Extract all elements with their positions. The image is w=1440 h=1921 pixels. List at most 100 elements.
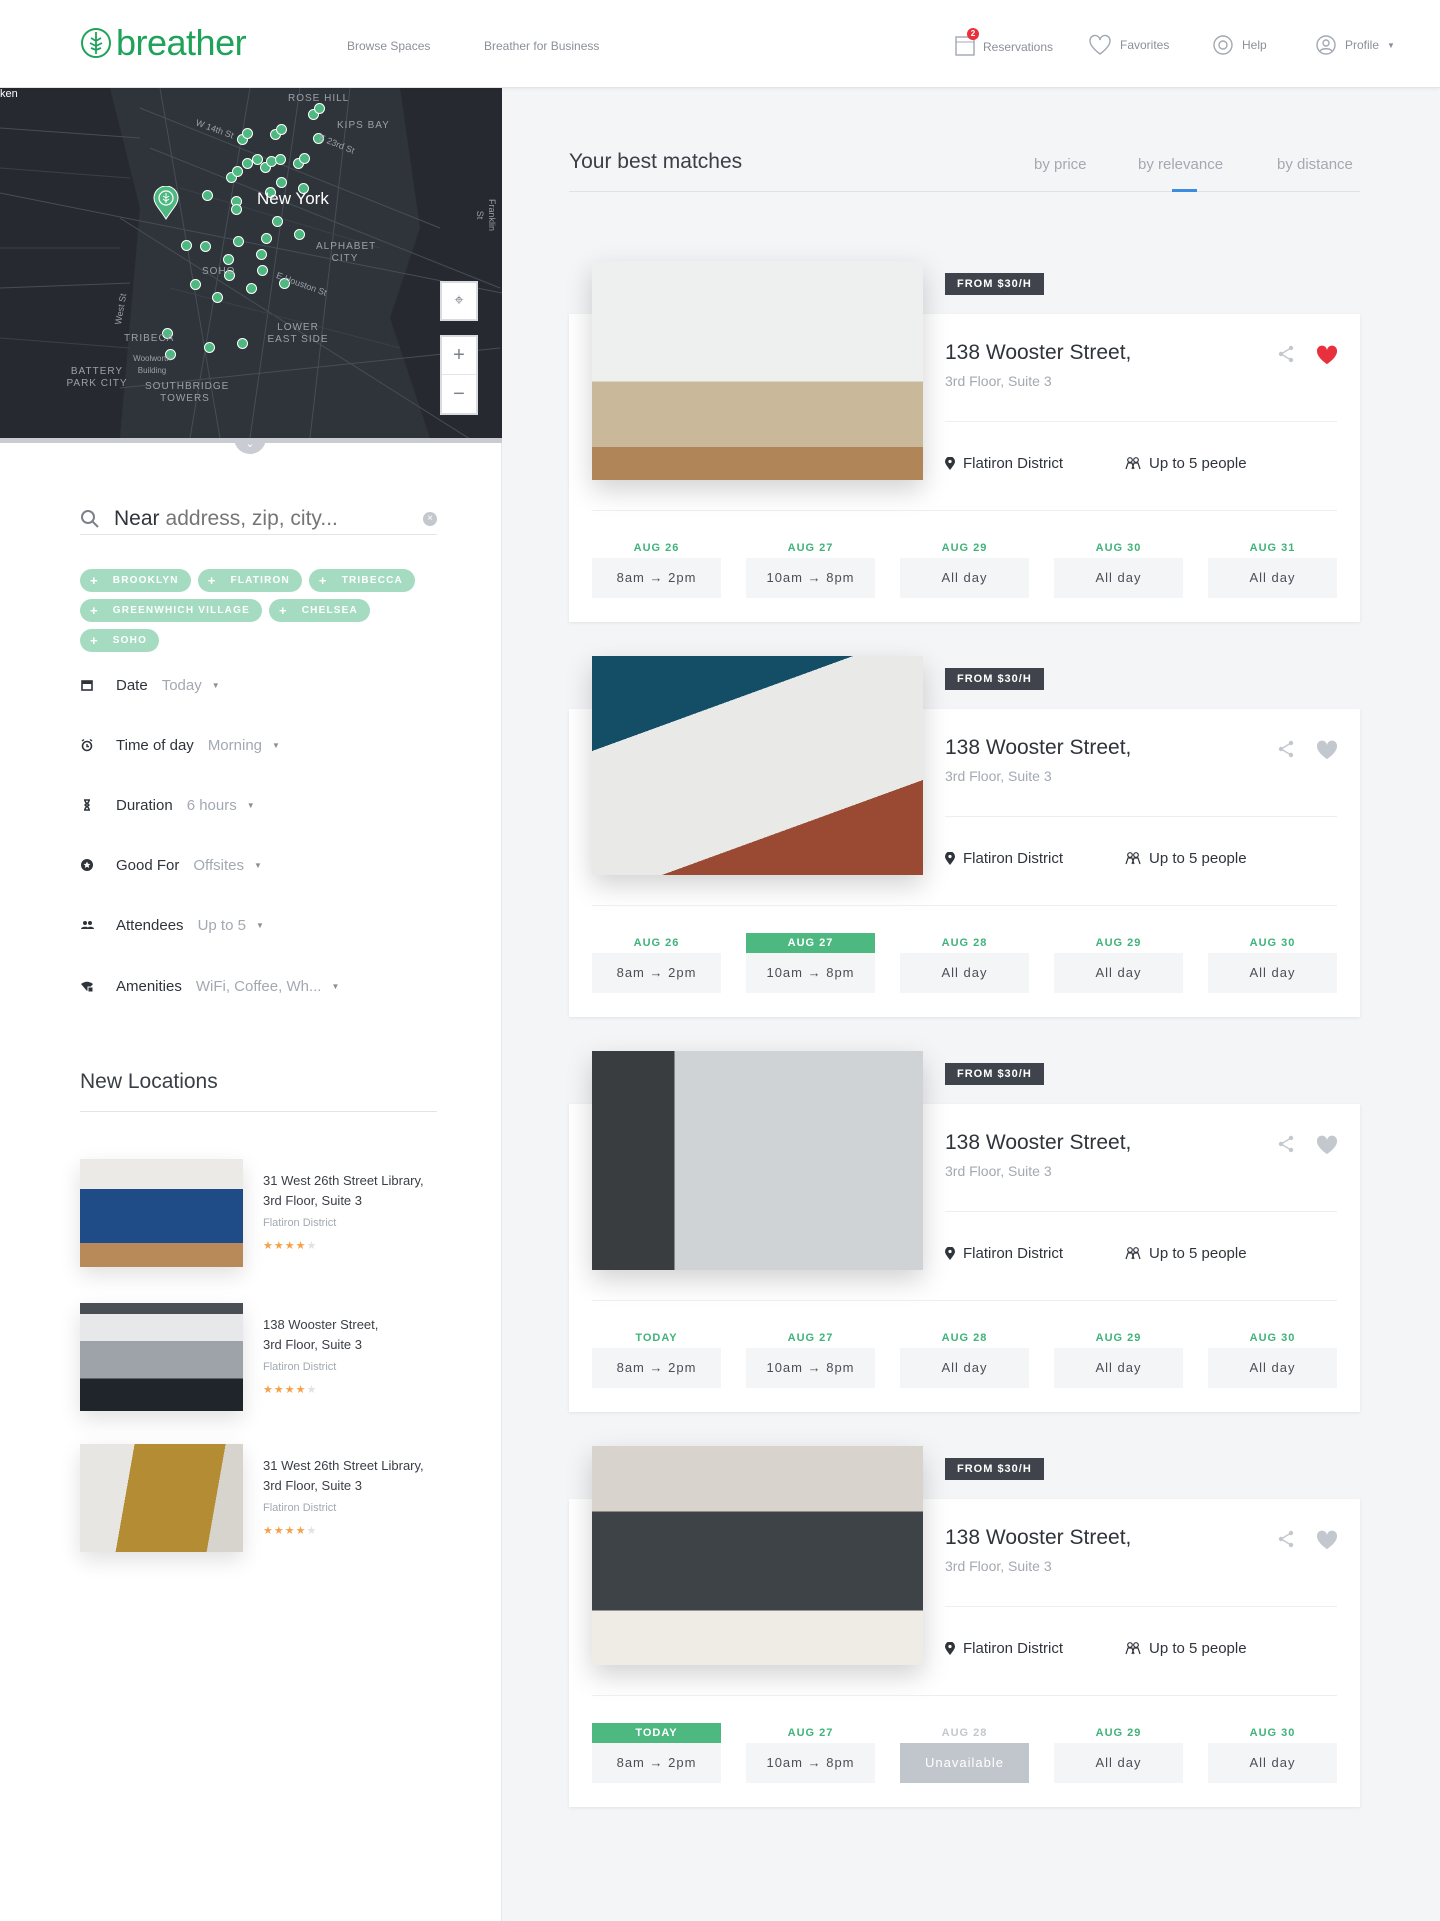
neighborhood-chip[interactable]: + TRIBECCA [308,569,415,592]
share-icon[interactable] [1277,1530,1295,1548]
space-photo[interactable] [592,261,923,480]
time-slot[interactable]: AUG 28 All day [900,1328,1029,1388]
time-slot[interactable]: TODAY 8am → 2pm [592,1328,721,1388]
space-photo[interactable] [592,1446,923,1665]
filter-duration[interactable]: Duration 6 hours ▼ [80,793,255,817]
zoom-in-button[interactable]: + [442,337,476,375]
map-location-marker[interactable] [231,204,242,215]
location-photo[interactable] [80,1444,243,1552]
map-location-marker[interactable] [204,342,215,353]
zoom-controls: + − [440,335,478,415]
neighborhood-chip[interactable]: + FLATIRON [197,569,302,592]
time-slot[interactable]: AUG 27 10am → 8pm [746,1328,875,1388]
time-slot[interactable]: AUG 29 All day [1054,1723,1183,1783]
time-slot[interactable]: AUG 29 All day [1054,1328,1183,1388]
time-slot[interactable]: AUG 30 All day [1054,538,1183,598]
clear-search-icon[interactable]: × [423,511,437,526]
heart-icon[interactable] [1316,740,1338,760]
breather-logo[interactable]: breather [80,22,247,64]
filter-attendees[interactable]: Attendees Up to 5 ▼ [80,913,264,937]
time-slot[interactable]: AUG 29 All day [1054,933,1183,993]
location-photo[interactable] [80,1303,243,1411]
sort-by-distance[interactable]: by distance [1277,156,1353,173]
space-title[interactable]: 138 Wooster Street, [945,1526,1131,1550]
breather-map-pin-icon[interactable] [153,186,179,220]
space-title[interactable]: 138 Wooster Street, [945,736,1131,760]
space-title[interactable]: 138 Wooster Street, [945,341,1131,365]
map-location-marker[interactable] [246,283,257,294]
map-location-marker[interactable] [299,153,310,164]
time-slot[interactable]: AUG 30 All day [1208,1328,1337,1388]
map-location-marker[interactable] [242,128,253,139]
share-icon[interactable] [1277,740,1295,758]
filter-date[interactable]: Date Today ▼ [80,673,220,697]
heart-filled-icon[interactable] [1316,345,1338,365]
map-location-marker[interactable] [223,254,234,265]
time-slot[interactable]: AUG 28 All day [900,933,1029,993]
heart-icon[interactable] [1316,1530,1338,1550]
map-location-marker[interactable] [190,279,201,290]
star-rating: ★★★★★ [263,1239,317,1252]
star-icon: ★ [263,1240,274,1252]
time-slot[interactable]: AUG 26 8am → 2pm [592,933,721,993]
nav-profile[interactable]: Profile ▼ [1315,34,1395,56]
locate-me-button[interactable]: ⌖ [440,281,478,321]
map-location-marker[interactable] [233,236,244,247]
map-location-marker[interactable] [294,229,305,240]
location-photo[interactable] [80,1159,243,1267]
search-input[interactable] [165,506,396,531]
new-location-item[interactable]: 31 West 26th Street Library, 3rd Floor, S… [80,1159,460,1269]
share-icon[interactable] [1277,345,1295,363]
zoom-out-button[interactable]: − [442,375,476,413]
location-suite: 3rd Floor, Suite 3 [263,1337,362,1352]
map-location-marker[interactable] [275,154,286,165]
space-card: FROM $30/H 138 Wooster Street, 3rd Floor, … [569,656,1360,1051]
space-location: Flatiron District [945,850,1063,867]
heart-icon[interactable] [1316,1135,1338,1155]
map-location-marker[interactable] [256,249,267,260]
expand-map-button[interactable]: ⌄ [234,438,266,454]
map-location-marker[interactable] [257,265,268,276]
time-slot[interactable]: AUG 31 All day [1208,538,1337,598]
filter-amenities[interactable]: Amenities WiFi, Coffee, Wh... ▼ [80,974,339,998]
filter-time-of-day[interactable]: Time of day Morning ▼ [80,733,280,757]
time-slot[interactable]: TODAY 8am → 2pm [592,1723,721,1783]
map-location-marker[interactable] [202,190,213,201]
time-slot[interactable]: AUG 30 All day [1208,933,1337,993]
map[interactable]: New York Rose Hill Kips Bay Alphabet Cit… [0,88,502,438]
new-location-item[interactable]: 31 West 26th Street Library, 3rd Floor, S… [80,1444,460,1554]
filter-label: Time of day [116,736,194,754]
time-slot[interactable]: AUG 27 10am → 8pm [746,933,875,993]
time-slot[interactable]: AUG 27 10am → 8pm [746,1723,875,1783]
time-slot[interactable]: AUG 30 All day [1208,1723,1337,1783]
space-photo[interactable] [592,1051,923,1270]
neighborhood-chip[interactable]: + CHELSEA [268,599,370,622]
map-location-marker[interactable] [212,292,223,303]
nav-favorites[interactable]: Favorites [1088,34,1169,56]
neighborhood-chip[interactable]: + BROOKLYN [80,569,191,592]
space-title[interactable]: 138 Wooster Street, [945,1131,1131,1155]
map-location-marker[interactable] [276,177,287,188]
sort-by-price[interactable]: by price [1034,156,1087,173]
neighborhood-chip[interactable]: + GREENWHICH VILLAGE [80,599,262,622]
time-slot[interactable]: AUG 27 10am → 8pm [746,538,875,598]
map-location-marker[interactable] [237,338,248,349]
share-icon[interactable] [1277,1135,1295,1153]
nav-browse-spaces[interactable]: Browse Spaces [347,39,430,53]
time-slot[interactable]: AUG 26 8am → 2pm [592,538,721,598]
nav-help[interactable]: Help [1212,34,1267,56]
space-photo[interactable] [592,656,923,875]
map-location-marker[interactable] [272,216,283,227]
nav-breather-for-business[interactable]: Breather for Business [484,39,599,53]
new-location-item[interactable]: 138 Wooster Street, 3rd Floor, Suite 3 Fla… [80,1303,460,1413]
filter-good-for[interactable]: Good For Offsites ▼ [80,853,262,877]
sort-by-relevance[interactable]: by relevance [1138,156,1223,173]
map-location-marker[interactable] [232,166,243,177]
map-location-marker[interactable] [200,241,211,252]
map-location-marker[interactable] [276,124,287,135]
map-location-marker[interactable] [261,233,272,244]
nav-reservations[interactable]: 2 Reservations [955,28,1053,59]
time-slot[interactable]: AUG 29 All day [900,538,1029,598]
neighborhood-chip[interactable]: + SOHO [80,629,160,652]
map-location-marker[interactable] [181,240,192,251]
